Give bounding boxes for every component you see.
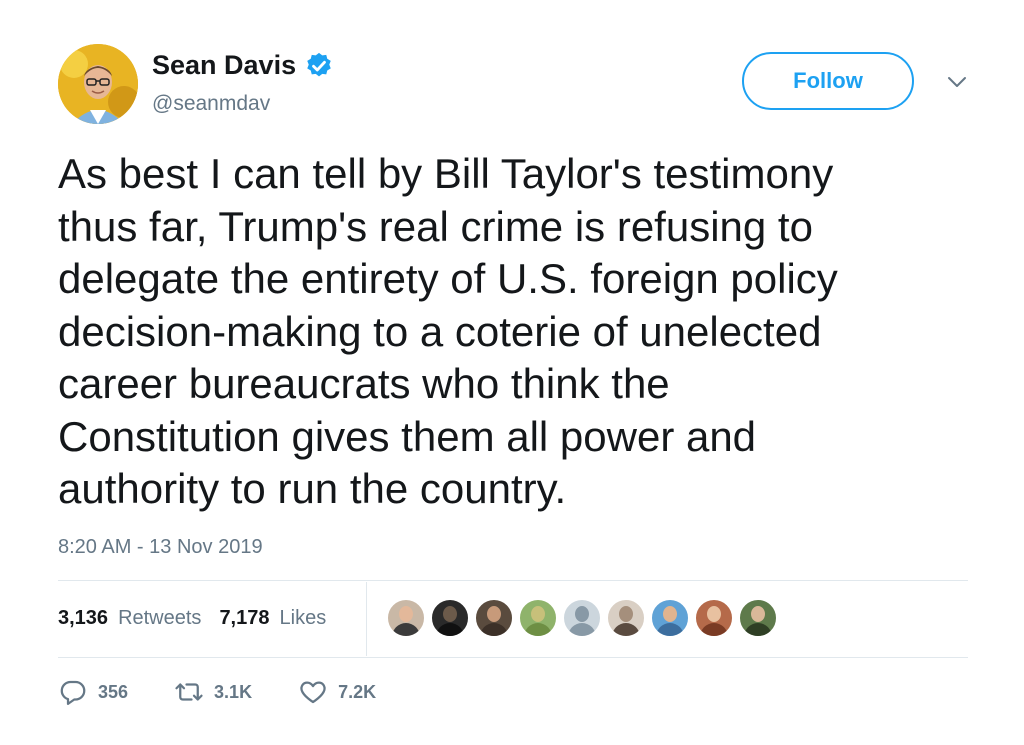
likes-count[interactable]: 7,178 <box>219 607 269 630</box>
liker-avatar-head <box>663 606 677 622</box>
liker-avatar[interactable] <box>474 598 514 638</box>
liker-avatar[interactable] <box>518 598 558 638</box>
liker-avatar[interactable] <box>738 598 778 638</box>
heart-icon <box>300 681 326 704</box>
stats-divider <box>366 582 367 656</box>
liker-avatar-head <box>531 606 545 622</box>
engagement-stats: 3,136 Retweets 7,178 Likes <box>58 607 334 630</box>
verified-badge-icon <box>307 52 331 76</box>
liker-avatar-shoulders <box>392 623 420 636</box>
author-name-row[interactable]: Sean Davis <box>152 50 334 81</box>
author-display-name[interactable]: Sean Davis <box>152 50 296 81</box>
author-handle[interactable]: @seanmdav <box>152 92 270 116</box>
author-avatar[interactable] <box>58 44 138 124</box>
reply-icon <box>60 680 86 705</box>
liker-avatar-shoulders <box>744 623 772 636</box>
divider <box>58 580 968 581</box>
liker-avatar-head <box>399 606 413 622</box>
tweet-timestamp[interactable]: 8:20 AM - 13 Nov 2019 <box>58 536 263 559</box>
liker-avatar-shoulders <box>656 623 684 636</box>
follow-button[interactable]: Follow <box>742 52 914 110</box>
retweet-count: 3.1K <box>214 681 253 702</box>
liker-avatar[interactable] <box>386 598 426 638</box>
retweet-button[interactable]: 3.1K <box>174 677 252 707</box>
liker-avatar[interactable] <box>430 598 470 638</box>
likes-label[interactable]: Likes <box>280 607 327 630</box>
author-avatar-image <box>58 44 138 124</box>
tweet-text: As best I can tell by Bill Taylor's test… <box>58 150 838 512</box>
retweet-icon <box>175 683 203 701</box>
liker-avatar-head <box>619 606 633 622</box>
chevron-down-icon[interactable] <box>944 72 970 92</box>
tweet-actions: 356 3.1K 7.2K <box>58 677 422 707</box>
like-count: 7.2K <box>338 681 377 702</box>
liker-avatar-shoulders <box>700 623 728 636</box>
retweets-label[interactable]: Retweets <box>118 607 201 630</box>
liker-avatar-head <box>707 606 721 622</box>
liker-avatar-shoulders <box>436 623 464 636</box>
reply-count: 356 <box>98 681 129 702</box>
retweets-count[interactable]: 3,136 <box>58 607 108 630</box>
liker-avatar[interactable] <box>694 598 734 638</box>
liker-avatar-head <box>575 606 589 622</box>
liker-avatar-shoulders <box>612 623 640 636</box>
liker-avatar[interactable] <box>606 598 646 638</box>
liker-avatar-head <box>487 606 501 622</box>
liker-avatar-head <box>443 606 457 622</box>
liker-avatar-head <box>751 606 765 622</box>
liker-avatar[interactable] <box>562 598 602 638</box>
liker-avatar-shoulders <box>480 623 508 636</box>
liker-avatar-shoulders <box>568 623 596 636</box>
liker-avatars <box>386 598 778 638</box>
divider <box>58 657 968 658</box>
reply-button[interactable]: 356 <box>58 677 128 707</box>
like-button[interactable]: 7.2K <box>298 677 376 707</box>
liker-avatar-shoulders <box>524 623 552 636</box>
liker-avatar[interactable] <box>650 598 690 638</box>
